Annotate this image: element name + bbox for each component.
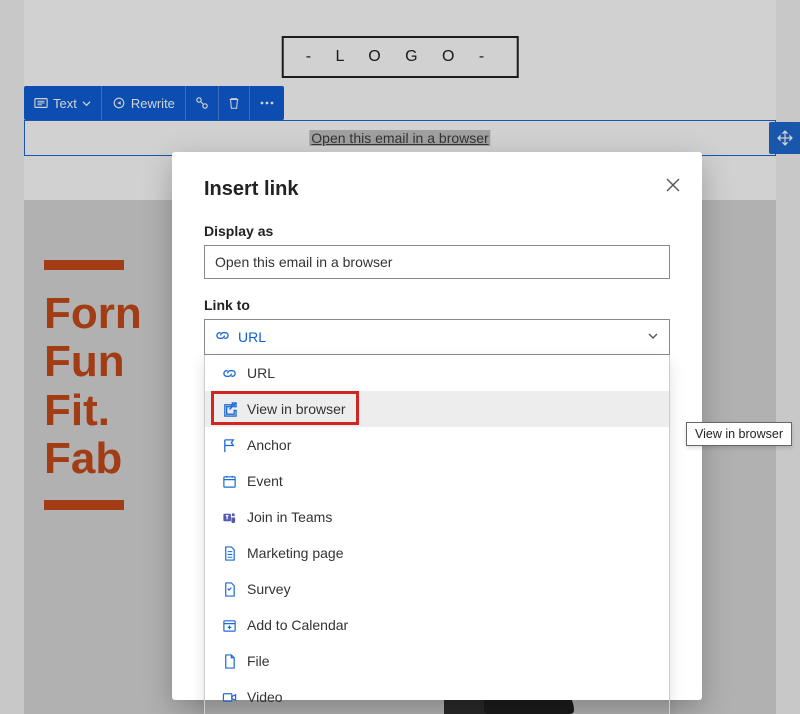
option-marketing-page[interactable]: Marketing page xyxy=(205,535,669,571)
option-view-in-browser[interactable]: View in browser xyxy=(205,391,669,427)
video-icon xyxy=(221,689,237,705)
option-label: Event xyxy=(247,473,283,489)
chevron-down-icon xyxy=(647,329,659,345)
page-icon xyxy=(221,545,237,561)
insert-link-dialog: Insert link Display as Link to URL URL V… xyxy=(172,152,702,700)
link-to-select[interactable]: URL xyxy=(204,319,670,355)
option-label: Anchor xyxy=(247,437,291,453)
option-label: URL xyxy=(247,365,275,381)
option-label: View in browser xyxy=(247,401,346,417)
teams-icon xyxy=(221,509,237,525)
option-event[interactable]: Event xyxy=(205,463,669,499)
link-icon xyxy=(221,365,237,381)
display-as-label: Display as xyxy=(204,223,670,239)
link-icon xyxy=(215,328,230,346)
close-button[interactable] xyxy=(666,178,680,197)
link-to-selected-value: URL xyxy=(238,329,266,345)
link-to-label: Link to xyxy=(204,297,670,313)
option-label: File xyxy=(247,653,270,669)
dialog-title: Insert link xyxy=(204,178,670,201)
option-label: Marketing page xyxy=(247,545,344,561)
open-external-icon xyxy=(221,401,237,417)
calendar-add-icon xyxy=(221,617,237,633)
flag-icon xyxy=(221,437,237,453)
option-label: Video xyxy=(247,689,283,705)
tooltip: View in browser xyxy=(686,422,792,446)
option-join-in-teams[interactable]: Join in Teams xyxy=(205,499,669,535)
display-as-input[interactable] xyxy=(204,245,670,279)
option-url[interactable]: URL xyxy=(205,355,669,391)
option-file[interactable]: File xyxy=(205,643,669,679)
option-label: Survey xyxy=(247,581,291,597)
option-survey[interactable]: Survey xyxy=(205,571,669,607)
survey-icon xyxy=(221,581,237,597)
option-add-to-calendar[interactable]: Add to Calendar xyxy=(205,607,669,643)
calendar-icon xyxy=(221,473,237,489)
option-anchor[interactable]: Anchor xyxy=(205,427,669,463)
link-to-dropdown: URL View in browser Anchor Event Join in… xyxy=(204,355,670,714)
option-label: Join in Teams xyxy=(247,509,332,525)
close-icon xyxy=(666,178,680,192)
stage: - L O G O - Forn Fun Fit. Fab Text Rewri… xyxy=(0,0,800,714)
option-label: Add to Calendar xyxy=(247,617,348,633)
option-video[interactable]: Video xyxy=(205,679,669,714)
file-icon xyxy=(221,653,237,669)
